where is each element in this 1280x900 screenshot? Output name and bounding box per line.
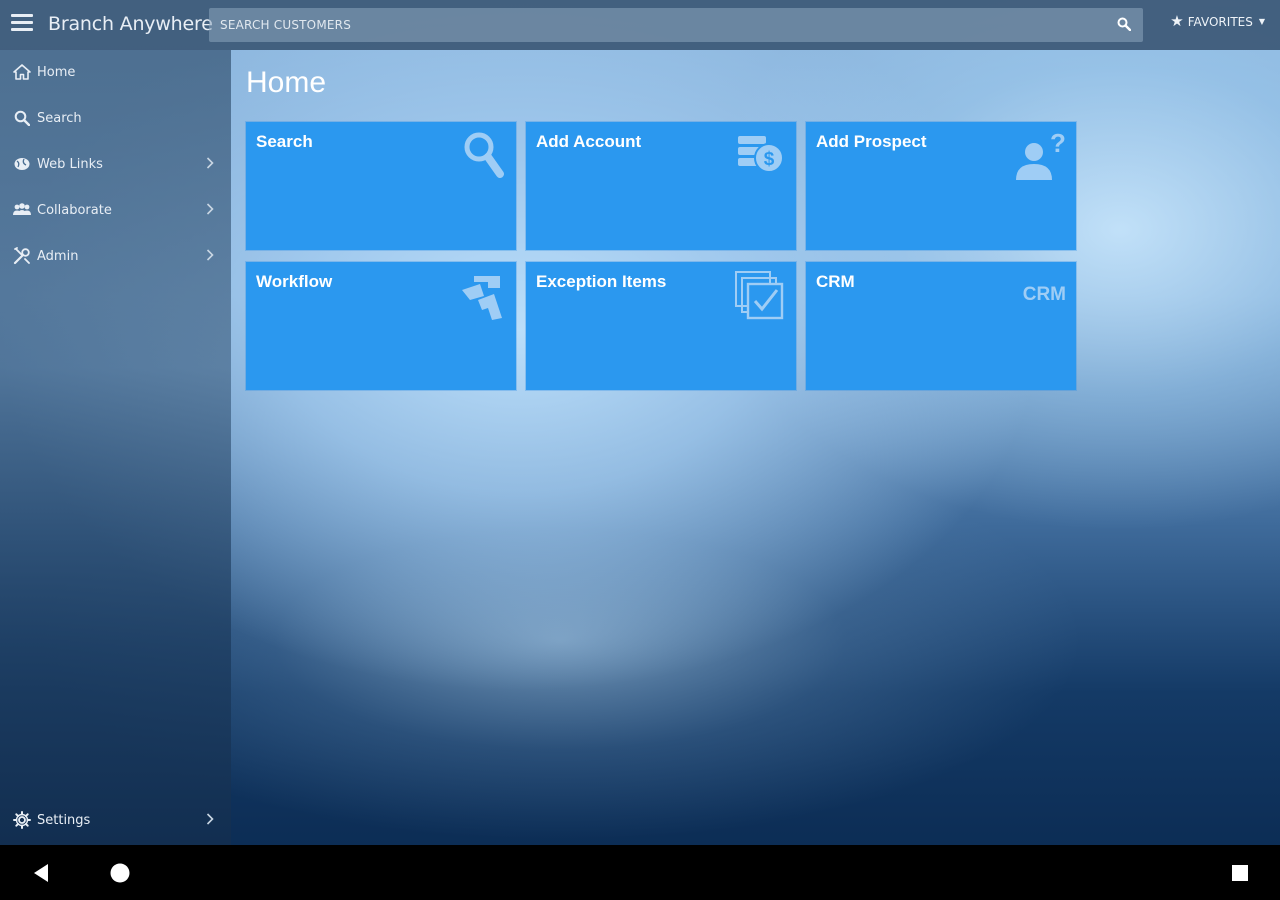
top-bar: Branch Anywhere ★ FAVORITES ▼: [0, 0, 1280, 50]
svg-text:$: $: [764, 149, 775, 170]
tools-icon: [12, 247, 32, 265]
checklist-stack-icon: [735, 271, 784, 320]
sidebar-item-search[interactable]: Search: [0, 100, 231, 136]
sidebar-item-label: Search: [37, 110, 82, 126]
page-title: Home: [246, 66, 327, 99]
tile-crm[interactable]: CRM CRM: [806, 262, 1076, 390]
customer-search[interactable]: [209, 8, 1143, 42]
chevron-right-icon: [206, 249, 214, 261]
sidebar-item-collaborate[interactable]: Collaborate: [0, 192, 231, 228]
menu-icon[interactable]: [11, 14, 33, 34]
sidebar-item-label: Admin: [37, 248, 79, 264]
back-icon[interactable]: [32, 863, 50, 883]
tile-workflow[interactable]: Workflow: [246, 262, 516, 390]
svg-text:?: ?: [1050, 130, 1066, 158]
tile-label: Workflow: [256, 272, 333, 291]
tile-label: Add Prospect: [816, 132, 927, 151]
search-input[interactable]: [209, 8, 1100, 42]
tile-add-prospect[interactable]: Add Prospect ?: [806, 122, 1076, 250]
crm-text-icon: CRM: [1022, 284, 1066, 305]
search-icon[interactable]: [1117, 17, 1131, 31]
group-icon: [12, 201, 32, 219]
gear-icon: [12, 811, 32, 829]
sidebar-item-settings[interactable]: Settings: [0, 802, 231, 838]
sidebar-item-label: Web Links: [37, 156, 103, 172]
home-button-icon[interactable]: [110, 863, 130, 883]
system-navigation-bar: [0, 845, 1280, 900]
tile-label: Add Account: [536, 132, 642, 151]
workflow-arrows-icon: [462, 276, 502, 320]
sidebar-item-home[interactable]: Home: [0, 54, 231, 90]
chevron-right-icon: [206, 813, 214, 825]
tile-label: Exception Items: [536, 272, 667, 291]
tile-exception-items[interactable]: Exception Items: [526, 262, 796, 390]
tile-label: Search: [256, 132, 313, 151]
person-question-icon: ?: [1016, 130, 1066, 180]
tile-search[interactable]: Search: [246, 122, 516, 250]
chevron-right-icon: [206, 157, 214, 169]
caret-down-icon: ▼: [1258, 17, 1265, 26]
tile-add-account[interactable]: Add Account $: [526, 122, 796, 250]
sidebar-item-label: Collaborate: [37, 202, 112, 218]
app-title: Branch Anywhere: [48, 13, 213, 35]
home-icon: [12, 63, 32, 81]
recents-icon[interactable]: [1232, 865, 1248, 881]
sidebar-item-admin[interactable]: Admin: [0, 238, 231, 274]
globe-icon: [12, 155, 32, 173]
chevron-right-icon: [206, 203, 214, 215]
star-icon: ★: [1170, 12, 1184, 30]
favorites-label: FAVORITES: [1187, 14, 1253, 29]
sidebar-item-label: Home: [37, 64, 76, 80]
sidebar-item-web-links[interactable]: Web Links: [0, 146, 231, 182]
sidebar: Home Search Web Links Collaborate Admin …: [0, 50, 231, 845]
money-stack-icon: $: [738, 136, 784, 173]
tile-label: CRM: [816, 272, 855, 291]
sidebar-item-label: Settings: [37, 812, 91, 828]
search-icon: [12, 109, 32, 127]
magnifier-icon: [464, 132, 504, 178]
favorites-dropdown[interactable]: ★ FAVORITES ▼: [1170, 14, 1265, 29]
